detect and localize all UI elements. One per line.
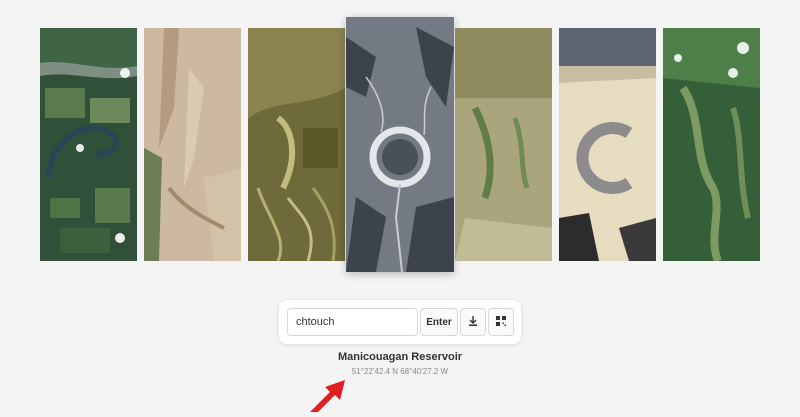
gallery-image-manicouagan[interactable]: [346, 17, 454, 272]
qr-code-icon: [495, 315, 507, 330]
location-name: Manicouagan Reservoir: [337, 351, 463, 363]
gallery-image-river[interactable]: [40, 28, 137, 261]
qr-code-button[interactable]: [488, 308, 514, 336]
gallery-image-playa[interactable]: [559, 28, 656, 261]
pointer-arrow-icon: [300, 372, 360, 415]
gallery-image-valley[interactable]: [455, 28, 552, 261]
gallery-image-forest[interactable]: [663, 28, 760, 261]
enter-button[interactable]: Enter: [420, 308, 458, 336]
image-gallery: [0, 0, 800, 290]
search-input[interactable]: [287, 308, 418, 336]
download-button[interactable]: [460, 308, 486, 336]
download-icon: [467, 315, 479, 330]
gallery-image-desert[interactable]: [144, 28, 241, 261]
search-toolbar: Enter: [279, 300, 521, 344]
gallery-image-delta[interactable]: [248, 28, 345, 261]
